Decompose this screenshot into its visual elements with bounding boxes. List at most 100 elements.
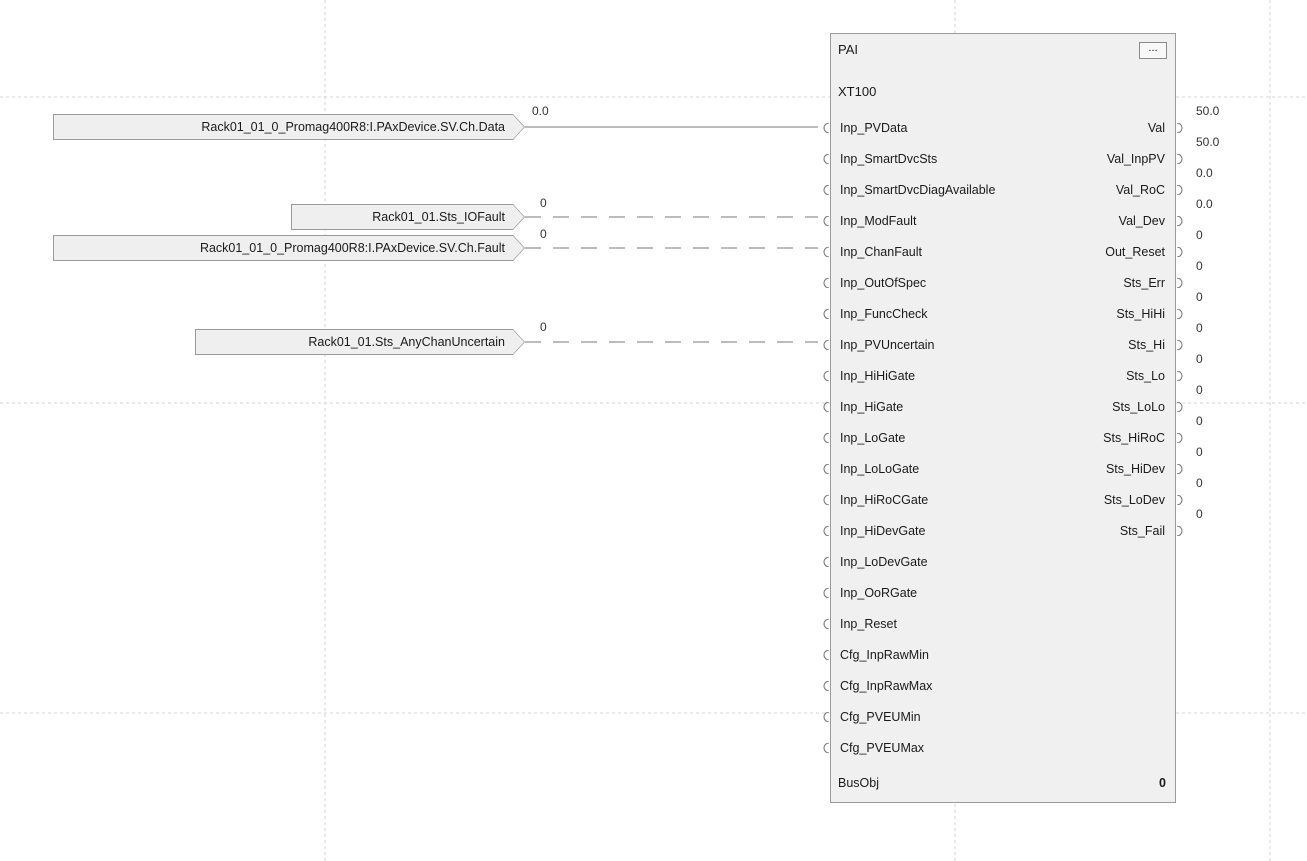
input-pin-marker[interactable] (823, 309, 829, 319)
input-pin-cfg-pveumax[interactable]: Cfg_PVEUMax (840, 741, 924, 755)
output-value: 0.0 (1196, 197, 1213, 211)
input-pin-cfg-inprawmax[interactable]: Cfg_InpRawMax (840, 679, 932, 693)
output-pin-sts-lolo[interactable]: Sts_LoLo (1112, 400, 1165, 414)
output-pin-marker[interactable] (1177, 495, 1183, 505)
output-pin-marker[interactable] (1177, 247, 1183, 257)
input-pin-marker[interactable] (823, 464, 829, 474)
output-value: 0 (1196, 383, 1203, 397)
output-pin-sts-lo[interactable]: Sts_Lo (1126, 369, 1165, 383)
input-tag-chanfault-label: Rack01_01_0_Promag400R8:I.PAxDevice.SV.C… (199, 241, 505, 255)
input-pin-marker[interactable] (823, 433, 829, 443)
input-tag-pvdata[interactable]: Rack01_01_0_Promag400R8:I.PAxDevice.SV.C… (53, 114, 525, 140)
wire-value-anychanuncertain: 0 (540, 320, 547, 334)
wire-value-chanfault: 0 (540, 227, 547, 241)
input-pin-marker[interactable] (823, 185, 829, 195)
input-pin-marker[interactable] (823, 371, 829, 381)
input-pin-inp-logate[interactable]: Inp_LoGate (840, 431, 905, 445)
pai-function-block[interactable]: PAI ... XT100 Inp_PVData Inp_SmartDvcSts I… (830, 33, 1176, 803)
output-pin-marker[interactable] (1177, 216, 1183, 226)
output-value: 50.0 (1196, 104, 1220, 118)
output-value: 0 (1196, 259, 1203, 273)
input-pin-inp-hidevgate[interactable]: Inp_HiDevGate (840, 524, 925, 538)
input-pin-marker[interactable] (823, 526, 829, 536)
output-pin-marker[interactable] (1177, 185, 1183, 195)
input-pin-inp-oorgate[interactable]: Inp_OoRGate (840, 586, 917, 600)
input-pin-marker[interactable] (823, 681, 829, 691)
input-pin-inp-pvdata[interactable]: Inp_PVData (840, 121, 907, 135)
input-pin-marker[interactable] (823, 278, 829, 288)
output-value: 0.0 (1196, 166, 1213, 180)
input-pin-marker[interactable] (823, 123, 829, 133)
output-pin-marker[interactable] (1177, 309, 1183, 319)
output-pin-marker[interactable] (1177, 123, 1183, 133)
output-pin-sts-hiroc[interactable]: Sts_HiRoC (1103, 431, 1165, 445)
output-value: 0 (1196, 445, 1203, 459)
input-pin-cfg-pveumin[interactable]: Cfg_PVEUMin (840, 710, 921, 724)
input-pin-marker[interactable] (823, 557, 829, 567)
input-pin-marker[interactable] (823, 402, 829, 412)
output-pin-marker[interactable] (1177, 371, 1183, 381)
busobj-value: 0 (1159, 776, 1166, 790)
output-value: 0 (1196, 352, 1203, 366)
input-pin-inp-smartdvcdiagavailable[interactable]: Inp_SmartDvcDiagAvailable (840, 183, 995, 197)
input-pin-marker[interactable] (823, 495, 829, 505)
input-pin-inp-lodevgate[interactable]: Inp_LoDevGate (840, 555, 928, 569)
output-pin-marker[interactable] (1177, 278, 1183, 288)
input-pin-marker[interactable] (823, 650, 829, 660)
input-pin-marker[interactable] (823, 216, 829, 226)
input-pin-inp-higate[interactable]: Inp_HiGate (840, 400, 903, 414)
input-pin-marker[interactable] (823, 743, 829, 753)
block-properties-button[interactable]: ... (1139, 42, 1167, 59)
output-pin-val-roc[interactable]: Val_RoC (1116, 183, 1165, 197)
input-tag-chanfault[interactable]: Rack01_01_0_Promag400R8:I.PAxDevice.SV.C… (53, 235, 525, 261)
input-tag-anychanuncertain-label: Rack01_01.Sts_AnyChanUncertain (308, 335, 505, 349)
output-pin-out-reset[interactable]: Out_Reset (1105, 245, 1165, 259)
input-pin-cfg-inprawmin[interactable]: Cfg_InpRawMin (840, 648, 929, 662)
input-pin-inp-lologate[interactable]: Inp_LoLoGate (840, 462, 919, 476)
output-pin-val-inppv[interactable]: Val_InpPV (1107, 152, 1165, 166)
output-pin-marker[interactable] (1177, 402, 1183, 412)
input-pin-inp-outofspec[interactable]: Inp_OutOfSpec (840, 276, 926, 290)
output-value: 0 (1196, 414, 1203, 428)
input-pin-inp-pvuncertain[interactable]: Inp_PVUncertain (840, 338, 935, 352)
output-pin-marker[interactable] (1177, 340, 1183, 350)
wire-value-iofault: 0 (540, 196, 547, 210)
input-tag-iofault[interactable]: Rack01_01.Sts_IOFault (291, 204, 525, 230)
output-pin-val[interactable]: Val (1148, 121, 1165, 135)
output-pin-marker[interactable] (1177, 464, 1183, 474)
output-pin-sts-err[interactable]: Sts_Err (1123, 276, 1165, 290)
input-tag-pvdata-label: Rack01_01_0_Promag400R8:I.PAxDevice.SV.C… (201, 120, 505, 134)
output-pin-sts-lodev[interactable]: Sts_LoDev (1104, 493, 1165, 507)
output-value: 0 (1196, 228, 1203, 242)
input-pin-inp-hirocgate[interactable]: Inp_HiRoCGate (840, 493, 928, 507)
input-pin-inp-funccheck[interactable]: Inp_FuncCheck (840, 307, 928, 321)
input-tag-iofault-label: Rack01_01.Sts_IOFault (372, 210, 505, 224)
input-tag-anychanuncertain[interactable]: Rack01_01.Sts_AnyChanUncertain (195, 329, 525, 355)
block-instance-name: XT100 (838, 84, 877, 99)
wire-value-pvdata: 0.0 (532, 104, 549, 118)
input-pin-marker[interactable] (823, 154, 829, 164)
output-pin-sts-hihi[interactable]: Sts_HiHi (1116, 307, 1165, 321)
input-pin-marker[interactable] (823, 619, 829, 629)
input-pin-inp-hihigate[interactable]: Inp_HiHiGate (840, 369, 915, 383)
output-value: 0 (1196, 476, 1203, 490)
output-value: 0 (1196, 321, 1203, 335)
input-pin-marker[interactable] (823, 340, 829, 350)
output-pin-marker[interactable] (1177, 154, 1183, 164)
output-pin-marker[interactable] (1177, 526, 1183, 536)
output-pin-sts-hidev[interactable]: Sts_HiDev (1106, 462, 1165, 476)
input-pin-marker[interactable] (823, 712, 829, 722)
input-pin-marker[interactable] (823, 588, 829, 598)
input-pin-inp-smartdvcsts[interactable]: Inp_SmartDvcSts (840, 152, 937, 166)
output-pin-sts-hi[interactable]: Sts_Hi (1128, 338, 1165, 352)
block-type-title: PAI (838, 42, 858, 57)
output-pin-sts-fail[interactable]: Sts_Fail (1120, 524, 1165, 538)
input-pin-inp-reset[interactable]: Inp_Reset (840, 617, 897, 631)
input-pin-marker[interactable] (823, 247, 829, 257)
output-value: 0 (1196, 507, 1203, 521)
output-pin-marker[interactable] (1177, 433, 1183, 443)
output-pin-val-dev[interactable]: Val_Dev (1119, 214, 1165, 228)
output-value: 0 (1196, 290, 1203, 304)
input-pin-inp-modfault[interactable]: Inp_ModFault (840, 214, 916, 228)
input-pin-inp-chanfault[interactable]: Inp_ChanFault (840, 245, 922, 259)
